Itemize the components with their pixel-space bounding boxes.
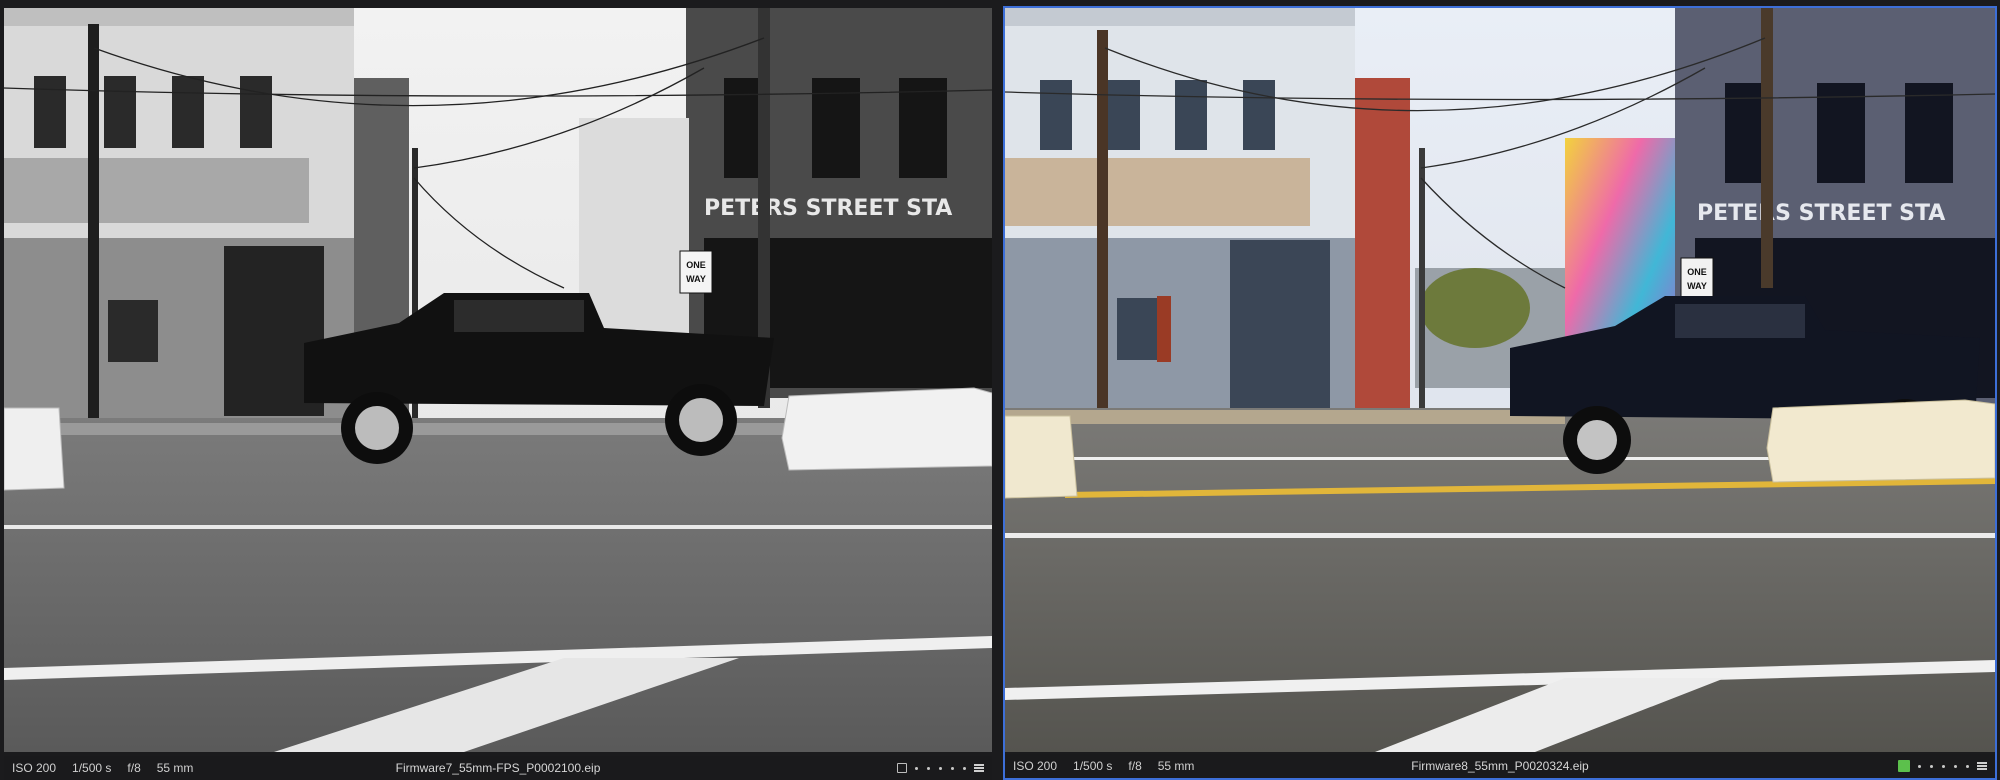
focal-length-value: 55 mm: [1157, 759, 1195, 773]
rating-dot-icon[interactable]: [915, 766, 918, 770]
checkbox-icon[interactable]: [1898, 760, 1910, 772]
image-pane-right[interactable]: PETERS STREET STA ONE WAY ISO 200 1/500 …: [1003, 6, 1997, 780]
rating-dot-icon[interactable]: [1930, 764, 1933, 768]
image-pane-left[interactable]: PETERS STREET STA ONE WAY ISO 200 1/500 …: [4, 8, 992, 780]
svg-text:WAY: WAY: [686, 274, 706, 284]
photo-right[interactable]: PETERS STREET STA ONE WAY: [1005, 8, 1995, 752]
exif-left: ISO 200 1/500 s f/8 55 mm: [4, 761, 193, 775]
rating-dot-icon[interactable]: [939, 766, 942, 770]
menu-icon[interactable]: [974, 764, 984, 772]
rating-dot-icon[interactable]: [1966, 764, 1969, 768]
rating-left[interactable]: [915, 766, 966, 770]
compare-viewer: PETERS STREET STA ONE WAY ISO 200 1/500 …: [0, 0, 2000, 780]
info-bar-left: ISO 200 1/500 s f/8 55 mm Firmware7_55mm…: [4, 756, 992, 780]
rating-dot-icon[interactable]: [951, 766, 954, 770]
svg-text:ONE: ONE: [1687, 267, 1707, 277]
controls-right: [1898, 760, 1995, 772]
iso-value: ISO 200: [12, 761, 57, 775]
rating-dot-icon[interactable]: [927, 766, 930, 770]
rating-right[interactable]: [1918, 764, 1969, 768]
exif-right: ISO 200 1/500 s f/8 55 mm: [1005, 759, 1194, 773]
street-scene-color: PETERS STREET STA ONE WAY: [1005, 8, 1995, 752]
rating-dot-icon[interactable]: [1954, 764, 1957, 768]
shutter-value: 1/500 s: [1073, 759, 1113, 773]
iso-value: ISO 200: [1013, 759, 1058, 773]
storefront-sign: PETERS STREET STA: [1697, 201, 1945, 226]
rating-dot-icon[interactable]: [963, 766, 966, 770]
controls-left: [897, 763, 992, 773]
shutter-value: 1/500 s: [72, 761, 112, 775]
rating-dot-icon[interactable]: [1942, 764, 1945, 768]
street-scene-mono: PETERS STREET STA ONE WAY: [4, 8, 992, 752]
info-bar-right: ISO 200 1/500 s f/8 55 mm Firmware8_55mm…: [1005, 754, 1995, 778]
storefront-sign: PETERS STREET STA: [704, 196, 952, 221]
svg-text:ONE: ONE: [686, 260, 706, 270]
checkbox-icon[interactable]: [897, 763, 907, 773]
menu-icon[interactable]: [1977, 762, 1987, 770]
rating-dot-icon[interactable]: [1918, 764, 1921, 768]
aperture-value: f/8: [1128, 759, 1142, 773]
photo-left[interactable]: PETERS STREET STA ONE WAY: [4, 8, 992, 752]
focal-length-value: 55 mm: [156, 761, 194, 775]
aperture-value: f/8: [127, 761, 141, 775]
svg-text:WAY: WAY: [1687, 281, 1707, 291]
